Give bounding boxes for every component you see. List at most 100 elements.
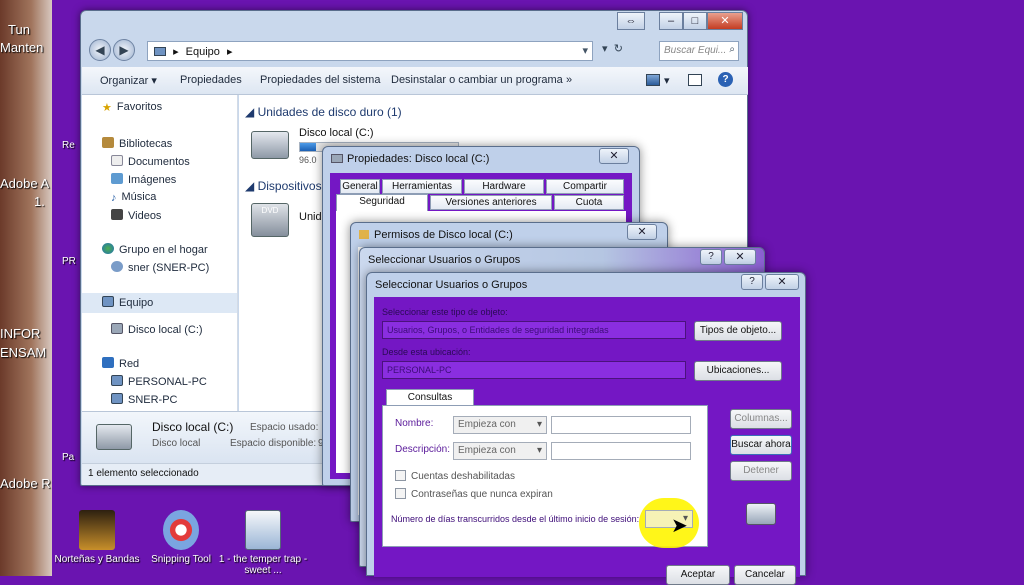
maximize-button[interactable]: □: [683, 12, 707, 30]
checkbox-label: Contraseñas que nunca expiran: [411, 489, 553, 500]
sidebar-item-personal-pc[interactable]: PERSONAL-PC: [111, 375, 207, 388]
minimize-button[interactable]: –: [659, 12, 683, 30]
tab-cuota[interactable]: Cuota: [554, 195, 624, 210]
system-properties-button[interactable]: Propiedades del sistema: [260, 74, 380, 86]
sidebar-item-music[interactable]: ♪ Música: [111, 191, 156, 204]
sidebar-item-homegroup[interactable]: Grupo en el hogar: [102, 243, 208, 256]
back-icon[interactable]: ◀: [89, 39, 111, 61]
details-free-label: Espacio disponible:: [230, 438, 317, 449]
sidebar-item-homegroup-user[interactable]: sner (SNER-PC): [111, 261, 209, 274]
sidebar-item-videos[interactable]: Videos: [111, 209, 161, 222]
close-button[interactable]: ✕: [627, 224, 657, 240]
ok-button[interactable]: Aceptar: [666, 565, 730, 585]
cancel-button[interactable]: Cancelar: [734, 565, 796, 585]
explorer-toolbar: Organizar ▾ Propiedades Propiedades del …: [82, 67, 748, 95]
location-field[interactable]: PERSONAL-PC: [382, 361, 686, 379]
object-types-button[interactable]: Tipos de objeto...: [694, 321, 782, 341]
sidebar-item-documents[interactable]: Documentos: [111, 155, 190, 168]
sidebar-item-label: Imágenes: [128, 174, 177, 186]
description-input[interactable]: [551, 442, 691, 460]
help-button[interactable]: ?: [700, 249, 722, 265]
preview-pane-icon[interactable]: [688, 74, 702, 86]
computer-icon: [102, 296, 114, 307]
explorer-address-bar: ◀ ▶ ▸ Equipo ▸ ▾ ▾ ↻ Buscar Equi... ⌕: [89, 39, 741, 65]
group-header-removable[interactable]: ◢ Dispositivos: [245, 179, 322, 193]
search-input[interactable]: Buscar Equi... ⌕: [659, 41, 739, 61]
computer-icon: [111, 393, 123, 404]
dialog-title: Permisos de Disco local (C:): [359, 229, 513, 241]
sidebar-item-libraries[interactable]: Bibliotecas: [102, 137, 172, 150]
folder-icon: [359, 230, 369, 239]
desktop-left-strip: Tun Manten Re Adobe A 1. PR INFOR ENSAM …: [0, 0, 76, 576]
close-button[interactable]: ✕: [765, 274, 799, 290]
sidebar-item-favorites[interactable]: ★ Favoritos: [102, 101, 162, 114]
computer-icon: [111, 375, 123, 386]
desktop-label: ENSAM: [0, 345, 47, 360]
forward-icon[interactable]: ▶: [113, 39, 135, 61]
name-input[interactable]: [551, 416, 691, 434]
uninstall-program-button[interactable]: Desinstalar o cambiar un programa: [391, 74, 563, 86]
help-icon[interactable]: ?: [718, 72, 733, 87]
stop-button[interactable]: Detener: [730, 461, 792, 481]
name-match-select[interactable]: Empieza con: [453, 416, 547, 434]
desktop-icon-media-file[interactable]: 1 - the temper trap - sweet ...: [218, 510, 308, 576]
address-box[interactable]: ▸ Equipo ▸ ▾: [147, 41, 593, 61]
organize-button[interactable]: Organizar ▾: [100, 74, 157, 87]
desktop-label: Tun: [8, 22, 30, 37]
search-placeholder: Buscar Equi...: [664, 45, 727, 56]
close-button[interactable]: ✕: [707, 12, 743, 30]
properties-button[interactable]: Propiedades: [180, 74, 242, 86]
more-button[interactable]: »: [566, 74, 572, 86]
columns-button[interactable]: Columnas...: [730, 409, 792, 429]
disabled-accounts-checkbox[interactable]: Cuentas deshabilitadas: [395, 470, 515, 482]
restore-icon[interactable]: ⇔: [617, 12, 645, 30]
tab-hardware[interactable]: Hardware: [464, 179, 544, 194]
video-icon: [111, 209, 123, 220]
sidebar-item-local-disk[interactable]: Disco local (C:): [111, 323, 203, 336]
location-label: Desde esta ubicación:: [382, 347, 471, 357]
sidebar-item-images[interactable]: Imágenes: [111, 173, 176, 186]
tab-versiones-anteriores[interactable]: Versiones anteriores: [430, 195, 552, 210]
locations-button[interactable]: Ubicaciones...: [694, 361, 782, 381]
network-icon: [102, 357, 114, 368]
library-icon: [102, 137, 114, 148]
collapse-icon: ◢: [245, 179, 258, 193]
search-now-button[interactable]: Buscar ahora: [730, 435, 792, 455]
chevron-down-icon[interactable]: ▾: [664, 74, 670, 87]
tab-common-queries[interactable]: Consultas comunes: [386, 389, 474, 418]
desktop-icon-snipping-tool[interactable]: Snipping Tool: [136, 510, 226, 565]
desktop-icon-label: 1 - the temper trap - sweet ...: [218, 554, 308, 576]
group-header-label: Unidades de disco duro (1): [257, 105, 402, 119]
sidebar-item-sner-pc[interactable]: SNER-PC: [111, 393, 178, 406]
dialog-title-text: Permisos de Disco local (C:): [374, 229, 513, 241]
search-users-icon: [746, 503, 776, 525]
description-match-select[interactable]: Empieza con: [453, 442, 547, 460]
desktop-icon-folder[interactable]: Norteñas y Bandas: [52, 510, 142, 565]
refresh-icon[interactable]: ▾ ↻: [599, 42, 645, 60]
close-button[interactable]: ✕: [724, 249, 756, 265]
close-button[interactable]: ✕: [599, 148, 629, 164]
dvd-drive-icon: DVD: [251, 203, 289, 237]
tab-general[interactable]: General: [340, 179, 380, 194]
tab-compartir[interactable]: Compartir: [546, 179, 624, 194]
tab-herramientas[interactable]: Herramientas: [382, 179, 462, 194]
group-header-hdd[interactable]: ◢ Unidades de disco duro (1): [245, 105, 402, 119]
days-since-logon-label: Número de días transcurridos desde el úl…: [391, 514, 640, 524]
hard-disk-icon: [251, 131, 289, 159]
tab-seguridad[interactable]: Seguridad: [336, 194, 428, 211]
desktop-label: Re: [62, 140, 75, 151]
details-used-label: Espacio usado:: [250, 422, 319, 433]
sidebar-item-label: Red: [119, 358, 140, 370]
help-button[interactable]: ?: [741, 274, 763, 290]
checkbox-label: Cuentas deshabilitadas: [411, 471, 515, 482]
homegroup-icon: [102, 243, 114, 254]
sidebar-item-computer[interactable]: Equipo: [82, 293, 237, 313]
sidebar-item-network[interactable]: Red: [102, 357, 139, 370]
mouse-pointer-icon: ➤: [671, 515, 688, 537]
object-type-field[interactable]: Usuarios, Grupos, o Entidades de segurid…: [382, 321, 686, 339]
chevron-down-icon[interactable]: ▾: [582, 44, 588, 57]
view-icon[interactable]: [646, 74, 660, 86]
non-expiring-passwords-checkbox[interactable]: Contraseñas que nunca expiran: [395, 488, 553, 500]
desktop-label: Adobe R: [0, 476, 51, 491]
checkbox-box: [395, 488, 406, 499]
